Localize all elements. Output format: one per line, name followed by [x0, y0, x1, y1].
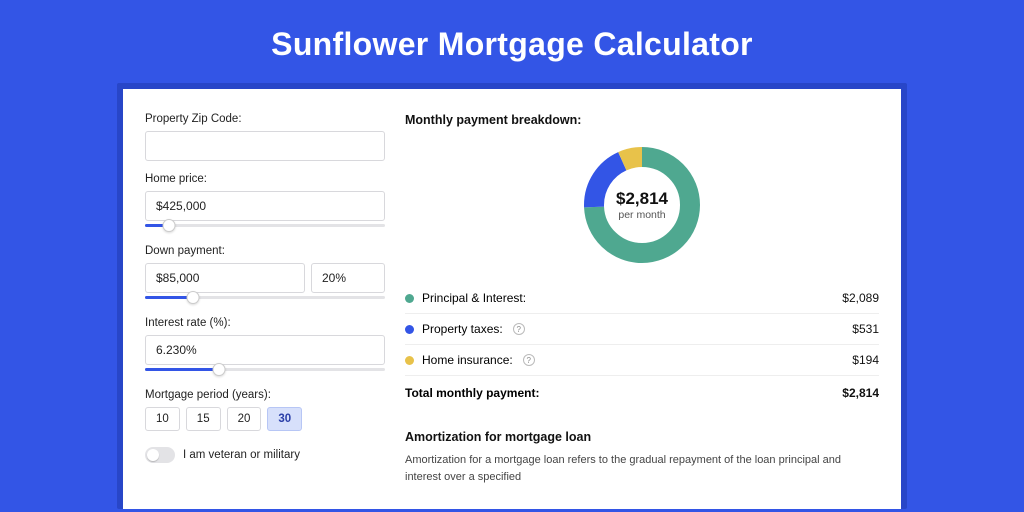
period-label: Mortgage period (years): — [145, 389, 385, 401]
zip-label: Property Zip Code: — [145, 113, 385, 125]
breakdown-label: Property taxes: — [422, 322, 503, 336]
donut-chart: $2,814 per month — [580, 143, 704, 267]
amortization-title: Amortization for mortgage loan — [405, 430, 879, 444]
interest-label: Interest rate (%): — [145, 317, 385, 329]
veteran-toggle[interactable] — [145, 447, 175, 463]
home-price-field: Home price: — [145, 173, 385, 233]
legend-dot-icon — [405, 325, 414, 334]
down-payment-field: Down payment: — [145, 245, 385, 305]
breakdown-label: Home insurance: — [422, 353, 513, 367]
donut-sub: per month — [618, 209, 665, 221]
down-payment-input[interactable] — [145, 263, 305, 293]
down-payment-label: Down payment: — [145, 245, 385, 257]
breakdown-row-insurance: Home insurance: ? $194 — [405, 345, 879, 376]
interest-field: Interest rate (%): — [145, 317, 385, 377]
donut-chart-wrap: $2,814 per month — [405, 135, 879, 283]
breakdown-row-total: Total monthly payment: $2,814 — [405, 376, 879, 408]
donut-amount: $2,814 — [616, 189, 668, 209]
breakdown-value: $194 — [852, 353, 879, 367]
breakdown-value: $531 — [852, 322, 879, 336]
interest-input[interactable] — [145, 335, 385, 365]
legend-dot-icon — [405, 294, 414, 303]
breakdown-label: Principal & Interest: — [422, 291, 526, 305]
period-option-20[interactable]: 20 — [227, 407, 262, 431]
slider-track-fill — [145, 368, 219, 371]
slider-thumb[interactable] — [213, 363, 226, 376]
down-payment-slider[interactable] — [145, 291, 385, 305]
page-title: Sunflower Mortgage Calculator — [0, 0, 1024, 83]
calculator-card: Property Zip Code: Home price: Down paym… — [123, 89, 901, 509]
period-options: 10 15 20 30 — [145, 407, 385, 431]
down-payment-pct-input[interactable] — [311, 263, 385, 293]
slider-track-bg — [145, 224, 385, 227]
toggle-knob — [147, 449, 159, 461]
form-column: Property Zip Code: Home price: Down paym… — [145, 113, 385, 485]
donut-center: $2,814 per month — [580, 143, 704, 267]
amortization-text: Amortization for a mortgage loan refers … — [405, 452, 879, 485]
period-option-30[interactable]: 30 — [267, 407, 302, 431]
period-option-10[interactable]: 10 — [145, 407, 180, 431]
breakdown-row-taxes: Property taxes: ? $531 — [405, 314, 879, 345]
zip-field: Property Zip Code: — [145, 113, 385, 161]
slider-thumb[interactable] — [187, 291, 200, 304]
period-field: Mortgage period (years): 10 15 20 30 — [145, 389, 385, 431]
breakdown-value: $2,089 — [842, 291, 879, 305]
veteran-label: I am veteran or military — [183, 449, 300, 461]
info-icon[interactable]: ? — [513, 323, 525, 335]
breakdown-row-principal: Principal & Interest: $2,089 — [405, 283, 879, 314]
info-icon[interactable]: ? — [523, 354, 535, 366]
home-price-slider[interactable] — [145, 219, 385, 233]
total-label: Total monthly payment: — [405, 386, 539, 400]
period-option-15[interactable]: 15 — [186, 407, 221, 431]
slider-thumb[interactable] — [163, 219, 176, 232]
interest-slider[interactable] — [145, 363, 385, 377]
zip-input[interactable] — [145, 131, 385, 161]
breakdown-title: Monthly payment breakdown: — [405, 113, 879, 127]
app-frame: Property Zip Code: Home price: Down paym… — [117, 83, 907, 509]
total-value: $2,814 — [842, 386, 879, 400]
breakdown-column: Monthly payment breakdown: $2,814 per mo… — [405, 113, 879, 485]
home-price-label: Home price: — [145, 173, 385, 185]
home-price-input[interactable] — [145, 191, 385, 221]
legend-dot-icon — [405, 356, 414, 365]
veteran-row: I am veteran or military — [145, 447, 385, 463]
